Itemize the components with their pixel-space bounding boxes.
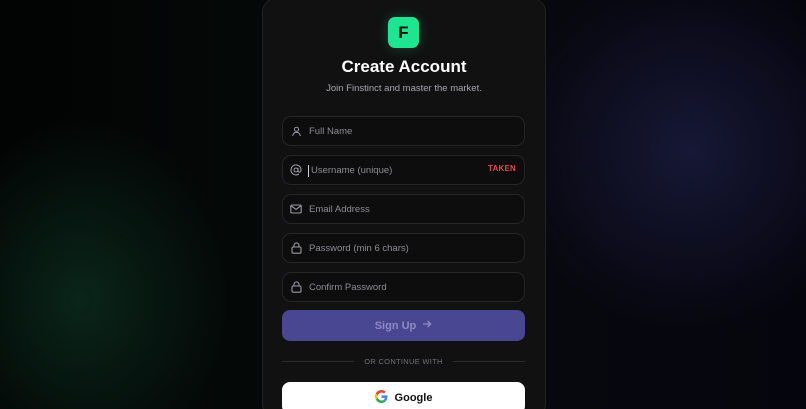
confirm-password-field[interactable]	[282, 272, 525, 302]
email-input[interactable]	[309, 195, 524, 223]
email-field[interactable]	[282, 194, 525, 224]
google-icon	[374, 390, 388, 406]
google-label: Google	[394, 392, 433, 404]
username-field[interactable]: TAKEN	[282, 155, 525, 185]
lock-icon	[283, 233, 309, 263]
divider-line-left	[282, 360, 355, 362]
password-field[interactable]	[282, 233, 525, 263]
full-name-field[interactable]	[282, 116, 525, 146]
google-signin-button[interactable]: Google	[282, 382, 525, 409]
text-caret	[308, 165, 309, 177]
divider-text: OR CONTINUE WITH	[364, 356, 443, 366]
mail-icon	[283, 194, 309, 224]
at-icon	[283, 155, 309, 185]
username-taken-badge: TAKEN	[488, 164, 516, 173]
password-input[interactable]	[309, 234, 524, 262]
brand-logo: F	[388, 17, 419, 48]
page-subtitle: Join Finstinct and master the market.	[326, 83, 482, 94]
or-divider: OR CONTINUE WITH	[282, 355, 526, 367]
full-name-input[interactable]	[309, 117, 524, 145]
arrow-right-icon	[422, 319, 432, 332]
sign-up-button[interactable]: Sign Up	[282, 310, 525, 341]
page-title: Create Account	[341, 57, 467, 76]
confirm-password-input[interactable]	[309, 273, 524, 301]
user-icon	[283, 116, 309, 146]
divider-line-right	[452, 360, 526, 362]
lock-icon	[283, 272, 309, 302]
sign-up-label: Sign Up	[374, 319, 417, 332]
logo-letter: F	[398, 22, 409, 42]
